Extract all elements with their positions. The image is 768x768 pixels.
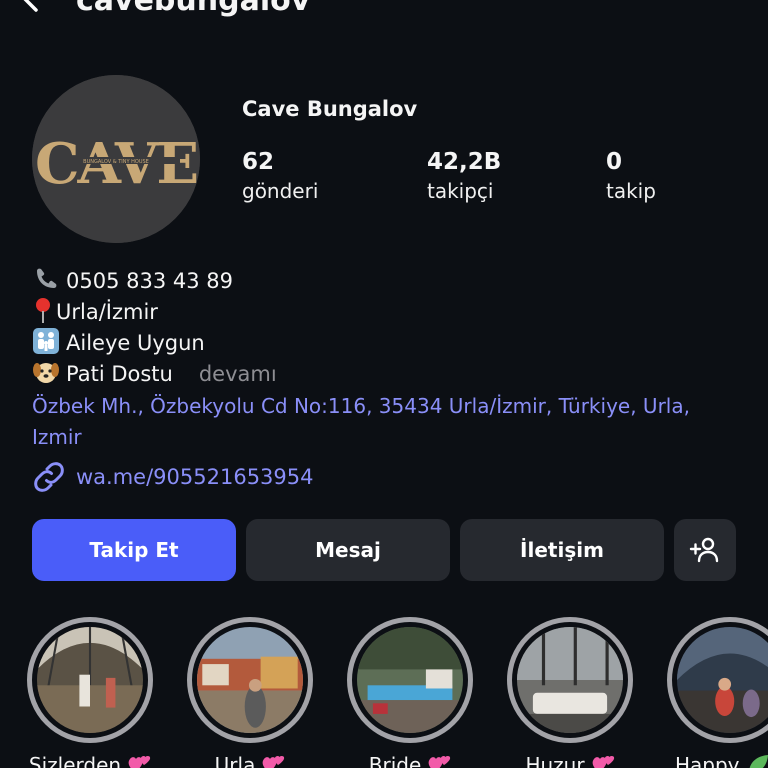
highlight-item[interactable]: Happy	[667, 617, 768, 768]
website-link[interactable]: wa.me/905521653954	[32, 460, 314, 496]
two-hearts-icon	[263, 755, 285, 768]
follow-button[interactable]: Takip Et	[32, 519, 236, 581]
website-url: wa.me/905521653954	[76, 465, 314, 489]
stat-following[interactable]: 0 takip	[606, 147, 656, 205]
cave-logo: CAVE BUNGALOV & TINY HOUSE	[32, 75, 200, 243]
highlight-label: Bride	[337, 753, 483, 768]
dog-icon	[33, 363, 59, 383]
display-name: Cave Bungalov	[242, 97, 418, 121]
stat-label: gönderi	[242, 179, 319, 203]
bio-phone: 0505 833 43 89	[32, 265, 233, 296]
address-link[interactable]: Özbek Mh., Özbekyolu Cd No:116, 35434 Ur…	[32, 391, 732, 453]
highlight-ring	[347, 617, 473, 743]
stat-label: takipçi	[427, 179, 494, 203]
highlight-ring	[27, 617, 153, 743]
bio-pets: Pati Dostu devamı	[32, 358, 277, 389]
stat-value: 62	[242, 149, 275, 175]
message-button[interactable]: Mesaj	[246, 519, 450, 581]
highlight-item[interactable]: Urla	[187, 617, 313, 768]
profile-username: cavebungalov	[76, 0, 311, 18]
avatar[interactable]: CAVE BUNGALOV & TINY HOUSE	[32, 75, 200, 243]
highlight-item[interactable]: Huzur	[507, 617, 633, 768]
phone-icon	[37, 268, 57, 288]
stat-posts[interactable]: 62 gönderi	[242, 147, 318, 205]
bio-location: Urla/İzmir	[32, 296, 158, 327]
stat-value: 42,2B	[427, 149, 502, 175]
stat-followers[interactable]: 42,2B takipçi	[427, 147, 501, 205]
family-icon	[33, 328, 59, 354]
highlight-cover	[677, 627, 768, 733]
bio-more-link[interactable]: devamı	[199, 362, 277, 386]
highlight-cover	[37, 627, 143, 733]
add-person-icon	[689, 537, 719, 563]
highlight-label: Happy	[675, 753, 768, 768]
stat-label: takip	[606, 179, 656, 203]
highlight-label: Urla	[177, 753, 323, 768]
more-horizontal-icon[interactable]	[694, 0, 734, 6]
highlight-ring	[507, 617, 633, 743]
chevron-left-icon[interactable]	[14, 0, 44, 16]
bio-text: 0505 833 43 89	[66, 269, 233, 293]
highlight-ring	[667, 617, 768, 743]
contact-button[interactable]: İletişim	[460, 519, 664, 581]
highlight-ring	[187, 617, 313, 743]
leaf-icon	[749, 755, 768, 768]
highlight-cover	[357, 627, 463, 733]
logo-subtext: BUNGALOV & TINY HOUSE	[83, 159, 149, 165]
two-hearts-icon	[592, 755, 614, 768]
bio-text: Pati Dostu	[66, 362, 173, 386]
highlight-item[interactable]: Sizlerden	[27, 617, 153, 768]
link-icon	[34, 462, 64, 492]
highlight-item[interactable]: Bride	[347, 617, 473, 768]
bio-family: Aileye Uygun	[32, 327, 205, 358]
highlight-label: Huzur	[497, 753, 643, 768]
stat-value: 0	[606, 149, 623, 175]
pin-icon	[36, 298, 50, 323]
two-hearts-icon	[128, 755, 151, 768]
two-hearts-icon	[428, 755, 451, 768]
bio-text: Urla/İzmir	[56, 300, 158, 324]
highlight-cover	[197, 627, 303, 733]
highlight-label: Sizlerden	[17, 753, 163, 768]
bio-text: Aileye Uygun	[66, 331, 205, 355]
suggest-people-button[interactable]	[674, 519, 736, 581]
highlight-cover	[517, 627, 623, 733]
top-bar: cavebungalov	[0, 0, 768, 30]
